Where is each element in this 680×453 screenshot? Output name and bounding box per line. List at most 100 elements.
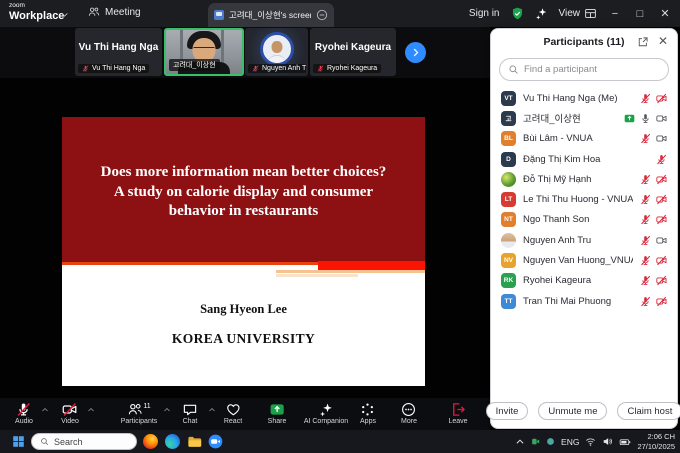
- camera-icon: [656, 113, 667, 124]
- participant-search[interactable]: [499, 58, 669, 81]
- wifi-icon[interactable]: [585, 436, 596, 447]
- sign-in-button[interactable]: Sign in: [469, 8, 500, 19]
- ai-sparkle-icon[interactable]: [535, 7, 548, 20]
- zoom-app-icon[interactable]: [208, 434, 223, 449]
- participant-row[interactable]: Đỗ Thị Mỹ Hạnh: [491, 169, 677, 189]
- unmute-me-button[interactable]: Unmute me: [538, 402, 607, 420]
- avatar: 고: [501, 111, 516, 126]
- taskbar-search[interactable]: Search: [31, 433, 137, 450]
- share-button[interactable]: Share: [268, 401, 287, 425]
- participant-search-input[interactable]: [524, 64, 660, 75]
- camera-off-icon: [63, 402, 78, 417]
- language-indicator[interactable]: ENG: [561, 437, 579, 447]
- maximize-button[interactable]: □: [633, 8, 647, 20]
- video-tile-vu-thi-hang-nga[interactable]: Vu Thi Hang Nga Vu Thi Hang Nga: [75, 28, 162, 76]
- participants-panel-header: Participants (11) ✕: [491, 29, 677, 55]
- tile-display-name: Ryohei Kageura: [310, 42, 396, 53]
- system-tray: ENG 2:06 CH 27/10/2025: [515, 430, 675, 453]
- leave-icon: [450, 402, 465, 417]
- view-label: View: [559, 8, 581, 19]
- video-tile-ryohei-kageura[interactable]: Ryohei Kageura Ryohei Kageura: [310, 28, 396, 76]
- chat-button[interactable]: Chat: [183, 401, 198, 425]
- avatar: NT: [501, 212, 516, 227]
- remove-tab-icon[interactable]: [316, 9, 328, 21]
- participant-row[interactable]: VTVu Thi Hang Nga (Me): [491, 88, 677, 108]
- mic-off-icon: [640, 214, 651, 225]
- chevron-right-icon: [410, 47, 421, 58]
- mic-off-icon: [317, 65, 324, 72]
- edge-icon[interactable]: [165, 434, 180, 449]
- video-tile-active-speaker[interactable]: 고려대_이상현: [164, 28, 244, 76]
- participants-label: Participants: [121, 418, 158, 425]
- mic-off-icon: [640, 255, 651, 266]
- participant-name: Bùi Lâm - VNUA: [523, 133, 633, 144]
- slide-title-line: Does more information mean better choice…: [62, 163, 425, 183]
- more-button[interactable]: More: [401, 401, 417, 425]
- camera-off-icon: [656, 255, 667, 266]
- participant-row[interactable]: TTTran Thi Mai Phuong: [491, 291, 677, 311]
- audio-button[interactable]: Audio: [15, 401, 33, 425]
- participant-name: Nguyen Van Huong_VNUA: [523, 255, 633, 266]
- slide-author: Sang Hyeon Lee: [62, 302, 425, 317]
- firefox-icon[interactable]: [143, 434, 158, 449]
- security-shield-icon[interactable]: [511, 7, 524, 20]
- audio-label: Audio: [15, 418, 33, 425]
- tray-icon-2[interactable]: [546, 437, 555, 446]
- leave-button[interactable]: Leave: [448, 401, 467, 425]
- tab-meeting[interactable]: Meeting: [88, 6, 141, 18]
- participants-options-chevron[interactable]: [163, 406, 171, 414]
- camera-off-icon: [656, 296, 667, 307]
- close-panel-icon[interactable]: ✕: [658, 34, 668, 48]
- participant-row[interactable]: LTLe Thi Thu Huong - VNUA: [491, 189, 677, 209]
- tab-shared-screen[interactable]: 고려대_이상현's screen: [208, 3, 334, 27]
- chat-options-chevron[interactable]: [208, 406, 216, 414]
- claim-host-button[interactable]: Claim host: [617, 402, 680, 420]
- participant-row[interactable]: DĐặng Thị Kim Hoa: [491, 149, 677, 169]
- audio-options-chevron[interactable]: [41, 406, 49, 414]
- react-label: React: [224, 418, 242, 425]
- close-button[interactable]: ✕: [658, 7, 672, 20]
- video-button[interactable]: Video: [61, 401, 79, 425]
- shared-screen-stage: Does more information mean better choice…: [0, 78, 490, 398]
- leave-label: Leave: [448, 418, 467, 425]
- participant-status-icons: [624, 113, 667, 124]
- apps-label: Apps: [360, 418, 376, 425]
- tile-name-badge: Ryohei Kageura: [313, 64, 381, 73]
- view-button[interactable]: View: [559, 7, 598, 20]
- minimize-button[interactable]: −: [608, 8, 622, 20]
- chat-label: Chat: [183, 418, 198, 425]
- participant-row[interactable]: 고고려대_이상현: [491, 108, 677, 128]
- participant-name: Đặng Thị Kim Hoa: [523, 154, 649, 165]
- participant-row[interactable]: RKRyohei Kageura: [491, 271, 677, 291]
- next-participants-button[interactable]: [405, 42, 426, 63]
- video-tile-nguyen-anh-tru[interactable]: Nguyen Anh Tru: [245, 28, 308, 76]
- hidden-icons-chevron[interactable]: [515, 437, 525, 447]
- participant-row[interactable]: NTNgo Thanh Son: [491, 210, 677, 230]
- logo-zoom-text: zoom: [9, 3, 64, 10]
- mic-off-icon: [640, 275, 651, 286]
- clock[interactable]: 2:06 CH 27/10/2025: [637, 432, 675, 451]
- ai-companion-button[interactable]: AI Companion: [304, 401, 348, 425]
- participant-row[interactable]: NVNguyen Van Huong_VNUA: [491, 250, 677, 270]
- participant-row[interactable]: BLBùi Lâm - VNUA: [491, 129, 677, 149]
- participants-button[interactable]: 11 Participants: [121, 401, 158, 425]
- invite-button[interactable]: Invite: [486, 402, 529, 420]
- camera-icon: [656, 235, 667, 246]
- file-explorer-icon[interactable]: [187, 434, 202, 449]
- participant-row[interactable]: Nguyen Anh Tru: [491, 230, 677, 250]
- popout-icon[interactable]: [637, 36, 649, 48]
- participant-name: Vu Thi Hang Nga (Me): [523, 93, 633, 104]
- tray-icon-1[interactable]: [531, 437, 540, 446]
- participant-status-icons: [640, 235, 667, 246]
- battery-icon[interactable]: [619, 436, 631, 448]
- react-button[interactable]: React: [224, 401, 242, 425]
- video-label: Video: [61, 418, 79, 425]
- start-button[interactable]: [12, 435, 25, 448]
- chevron-down-icon[interactable]: [60, 10, 69, 19]
- meeting-tab-label: Meeting: [105, 7, 141, 18]
- tile-name-badge: Vu Thi Hang Nga: [78, 64, 149, 73]
- volume-icon[interactable]: [602, 436, 613, 447]
- video-options-chevron[interactable]: [87, 406, 95, 414]
- mic-off-icon: [17, 402, 32, 417]
- apps-button[interactable]: Apps: [360, 401, 376, 425]
